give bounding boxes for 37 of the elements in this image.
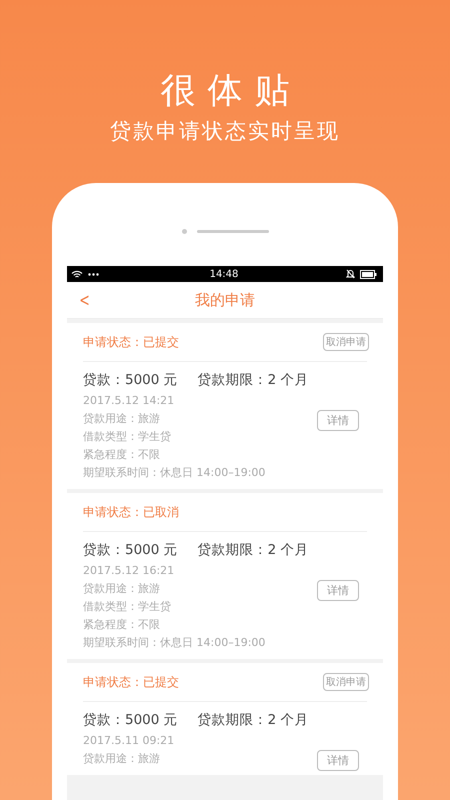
loan-amount: 贷款：5000 元 [83,541,178,559]
headline: 很体贴 [160,70,302,113]
signal-dots-icon [88,272,99,276]
application-date: 2017.5.12 16:21 [83,563,176,579]
wifi-icon [71,270,83,278]
bell-off-icon [346,269,355,279]
loan-term: 贷款期限：2 个月 [198,541,309,559]
loan-amount: 贷款：5000 元 [83,371,178,389]
loan-term: 贷款期限：2 个月 [198,371,309,389]
application-date: 2017.5.12 14:21 [83,393,176,409]
detail-line: 贷款用途：旅游 [83,411,161,427]
detail-line: 贷款用途：旅游 [83,751,161,767]
details-button[interactable]: 详情 [317,580,359,601]
battery-icon [360,270,377,278]
detail-line: 紧急程度：不限 [83,447,161,463]
application-status: 申请状态：已取消 [83,504,179,520]
application-date: 2017.5.11 09:21 [83,733,174,749]
page-title: 我的申请 [195,290,255,310]
application-status: 申请状态：已提交 [83,674,179,690]
application-status: 申请状态：已提交 [83,334,179,350]
loan-amount: 贷款：5000 元 [83,711,178,729]
detail-line: 紧急程度：不限 [83,617,161,633]
clock: 14:48 [210,268,238,280]
detail-line: 借款类型：学生贷 [83,429,172,445]
detail-line: 期望联系时间：休息日 14:00–19:00 [83,635,266,651]
subtitle: 贷款申请状态实时呈现 [109,118,341,145]
loan-term: 贷款期限：2 个月 [198,711,309,729]
detail-line: 借款类型：学生贷 [83,599,172,615]
detail-line: 期望联系时间：休息日 14:00–19:00 [83,465,266,481]
details-button[interactable]: 详情 [317,410,359,431]
cancel-button[interactable]: 取消申请 [323,333,369,351]
detail-line: 贷款用途：旅游 [83,581,161,597]
cancel-button[interactable]: 取消申请 [323,673,369,691]
back-button[interactable]: < [72,290,97,310]
details-button[interactable]: 详情 [317,750,359,771]
speaker-grille [196,230,268,232]
camera-dot [182,228,186,234]
